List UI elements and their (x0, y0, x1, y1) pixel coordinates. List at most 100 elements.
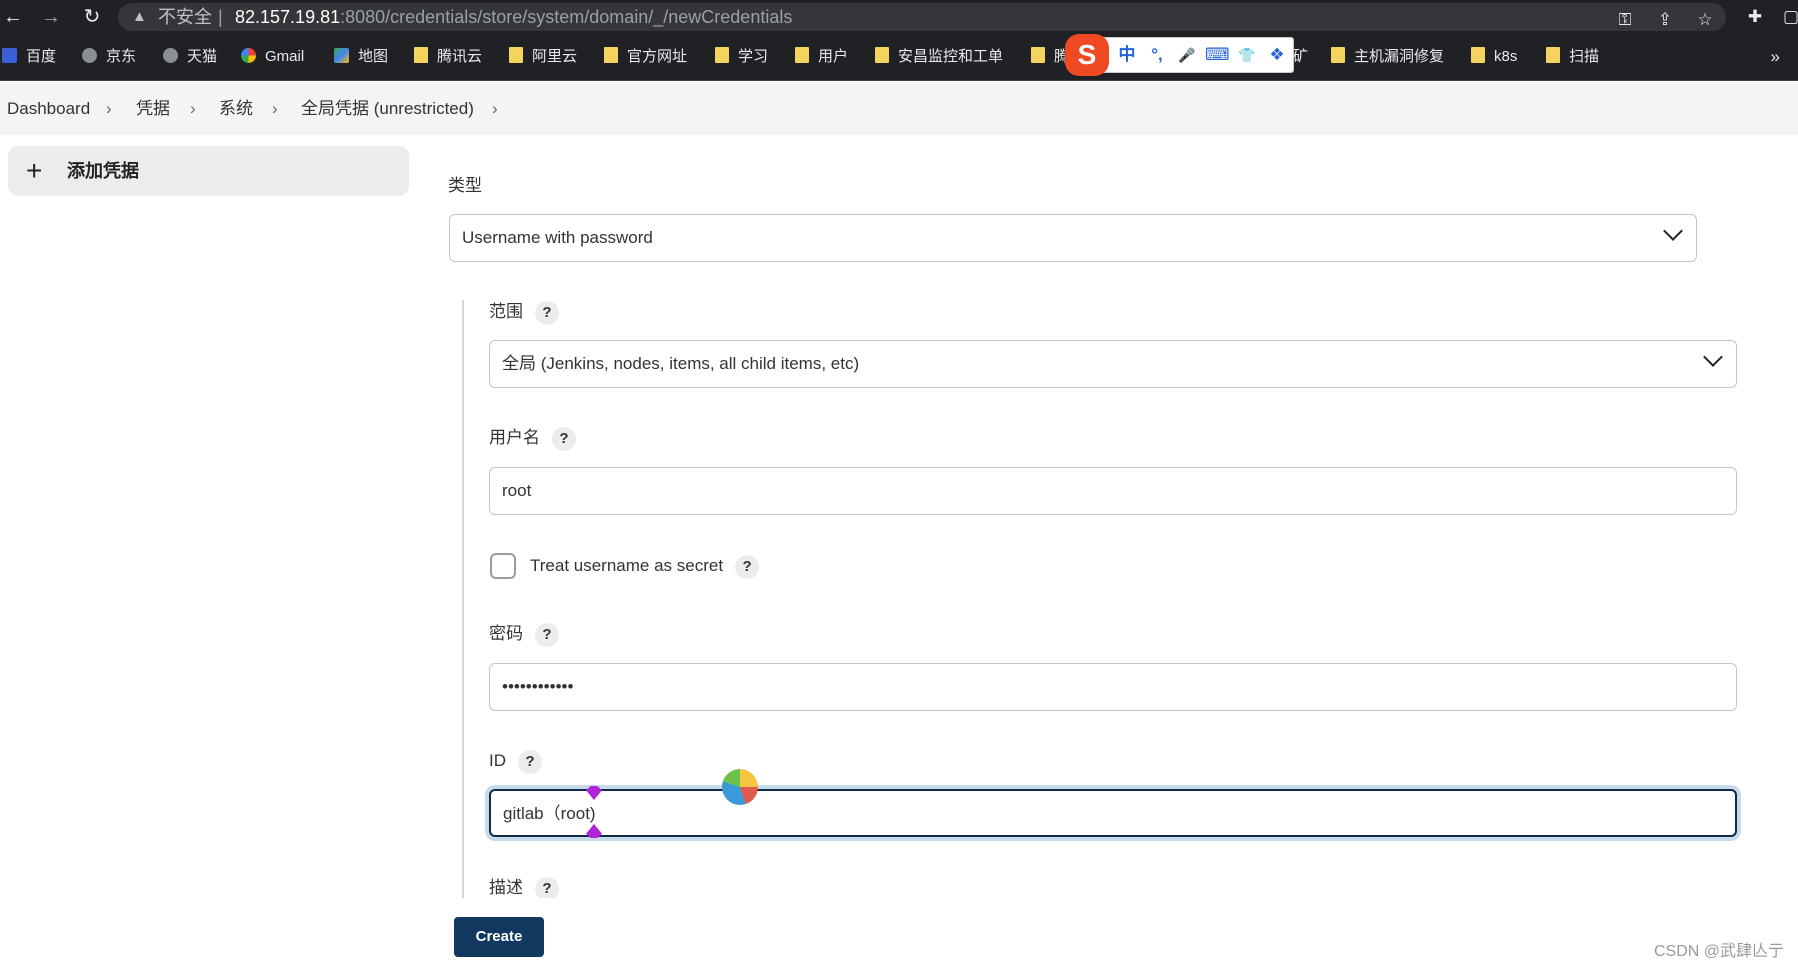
help-icon[interactable]: ? (535, 301, 559, 325)
map-icon (334, 48, 349, 63)
id-value: gitlab（root) (503, 804, 596, 823)
bookmark-jd[interactable]: 京东 (82, 44, 136, 70)
ime-toolbar: S 中 °, 🎤 ⌨ 👕 ❖ (1065, 34, 1294, 76)
bookmark-tmall[interactable]: 天猫 (163, 44, 217, 70)
url-path: :8080/credentials/store/system/domain/_/… (340, 7, 793, 27)
treat-username-secret-label: Treat username as secret? (530, 554, 760, 579)
bookmark-label: k8s (1494, 48, 1518, 65)
bookmark-baidu[interactable]: 百度 (2, 44, 56, 70)
create-button[interactable]: Create (454, 917, 544, 957)
star-icon[interactable]: ☆ (1692, 7, 1718, 33)
folder-icon (1031, 47, 1045, 63)
bookmark-label: 安昌监控和工单 (898, 48, 1004, 65)
ime-voice-icon[interactable]: 🎤 (1175, 43, 1199, 67)
bookmark-k8s[interactable]: k8s (1471, 44, 1517, 70)
bookmark-label: 地图 (358, 48, 389, 65)
plus-icon: + (26, 155, 43, 186)
bookmark-label: 主机漏洞修复 (1354, 48, 1445, 65)
watermark: CSDN @武肆亾亍 (1653, 943, 1784, 960)
folder-icon (1331, 47, 1345, 63)
id-input[interactable]: gitlab（root) (489, 789, 1737, 837)
password-input[interactable]: •••••••••••• (489, 663, 1737, 711)
chevron-right-icon: › (272, 99, 278, 118)
chevron-right-icon: › (190, 99, 196, 118)
help-icon[interactable]: ? (535, 623, 559, 647)
treat-username-secret-checkbox[interactable] (490, 553, 516, 579)
help-icon[interactable]: ? (552, 427, 576, 451)
add-credentials-button[interactable]: + 添加凭据 (8, 146, 409, 196)
extensions-icon[interactable]: ✚ (1742, 4, 1768, 30)
chevron-right-icon: › (106, 99, 112, 118)
breadcrumb-dashboard[interactable]: Dashboard (7, 82, 90, 135)
ime-punctuation-icon[interactable]: °, (1145, 43, 1169, 67)
bookmark-mine[interactable]: 矿 (1293, 44, 1308, 70)
ime-language-toggle[interactable]: 中 (1115, 43, 1139, 67)
kind-select-value: Username with password (462, 228, 653, 247)
bookmark-label: 官方网址 (627, 48, 688, 65)
bookmark-label: 矿 (1293, 48, 1309, 65)
url-text: 82.157.19.81:8080/credentials/store/syst… (235, 3, 792, 31)
bookmarks-bar: 百度 京东 天猫 Gmail 地图 腾讯云 阿里云 官方网址 学习 用户 安昌监… (0, 34, 1798, 81)
help-icon[interactable]: ? (518, 750, 542, 774)
share-icon[interactable]: ⇪ (1652, 7, 1678, 33)
bookmark-maps[interactable]: 地图 (334, 44, 388, 70)
chevron-right-icon: › (492, 99, 498, 118)
bookmark-users[interactable]: 用户 (795, 44, 848, 70)
address-bar[interactable]: ▲ 不安全 | 82.157.19.81:8080/credentials/st… (118, 3, 1726, 31)
bookmark-official[interactable]: 官方网址 (604, 44, 687, 70)
chevron-down-icon (1663, 221, 1683, 241)
bookmark-label: 京东 (106, 48, 137, 65)
ime-skin-icon[interactable]: 👕 (1235, 43, 1259, 67)
forward-icon[interactable]: → (38, 4, 64, 30)
scope-select[interactable]: 全局 (Jenkins, nodes, items, all child ite… (489, 340, 1737, 388)
back-icon[interactable]: ← (0, 4, 26, 30)
insecure-label: 不安全 (158, 7, 212, 27)
bookmark-scan[interactable]: 扫描 (1546, 44, 1599, 70)
globe-icon (163, 48, 178, 63)
folder-icon (875, 47, 889, 63)
key-icon[interactable]: ⚿ (1612, 7, 1638, 33)
username-input[interactable]: root (489, 467, 1737, 515)
username-label-text: 用户名 (489, 428, 540, 447)
window-icon[interactable]: ▢ (1778, 4, 1798, 30)
id-label-text: ID (489, 751, 506, 770)
kind-label: 类型 (448, 174, 482, 198)
sogou-logo[interactable]: S (1065, 34, 1109, 76)
password-label: 密码? (489, 622, 559, 647)
more-bookmarks-icon[interactable]: » (1771, 44, 1780, 70)
treat-username-secret-text[interactable]: Treat username as secret (530, 556, 723, 575)
bookmark-monitoring[interactable]: 安昌监控和工单 (875, 44, 1003, 70)
ime-toolbox-icon[interactable]: ❖ (1265, 43, 1289, 67)
ime-keyboard-icon[interactable]: ⌨ (1205, 43, 1230, 67)
folder-icon (414, 47, 428, 63)
breadcrumb-credentials[interactable]: 凭据 (136, 82, 170, 135)
bookmark-tencent[interactable]: 腾 (1031, 44, 1069, 70)
folder-icon (1471, 47, 1485, 63)
folder-icon (795, 47, 809, 63)
help-icon[interactable]: ? (735, 555, 760, 579)
baidu-icon (2, 48, 17, 63)
bookmark-label: 学习 (738, 48, 769, 65)
bookmark-host-vuln[interactable]: 主机漏洞修复 (1331, 44, 1444, 70)
bookmark-gmail[interactable]: Gmail (241, 44, 304, 70)
nested-section-bar (462, 300, 464, 900)
password-value: •••••••••••• (502, 677, 574, 696)
bookmark-label: Gmail (265, 48, 305, 65)
bookmark-label: 百度 (26, 48, 57, 65)
scope-label: 范围? (489, 300, 559, 325)
username-value: root (502, 481, 532, 500)
kind-select[interactable]: Username with password (449, 214, 1697, 262)
breadcrumb-global-credentials[interactable]: 全局凭据 (unrestricted) (301, 82, 474, 135)
bookmark-tencent-cloud[interactable]: 腾讯云 (414, 44, 482, 70)
url-host: 82.157.19.81 (235, 7, 341, 27)
bookmark-aliyun[interactable]: 阿里云 (509, 44, 577, 70)
folder-icon (604, 47, 618, 63)
breadcrumb-system[interactable]: 系统 (219, 82, 253, 135)
google-icon (241, 48, 256, 63)
reload-icon[interactable]: ↻ (79, 4, 105, 30)
add-credentials-label: 添加凭据 (67, 161, 139, 181)
bottom-action-bar (0, 898, 1798, 967)
bookmark-label: 用户 (818, 48, 849, 65)
bookmark-study[interactable]: 学习 (715, 44, 768, 70)
folder-icon (1546, 47, 1560, 63)
